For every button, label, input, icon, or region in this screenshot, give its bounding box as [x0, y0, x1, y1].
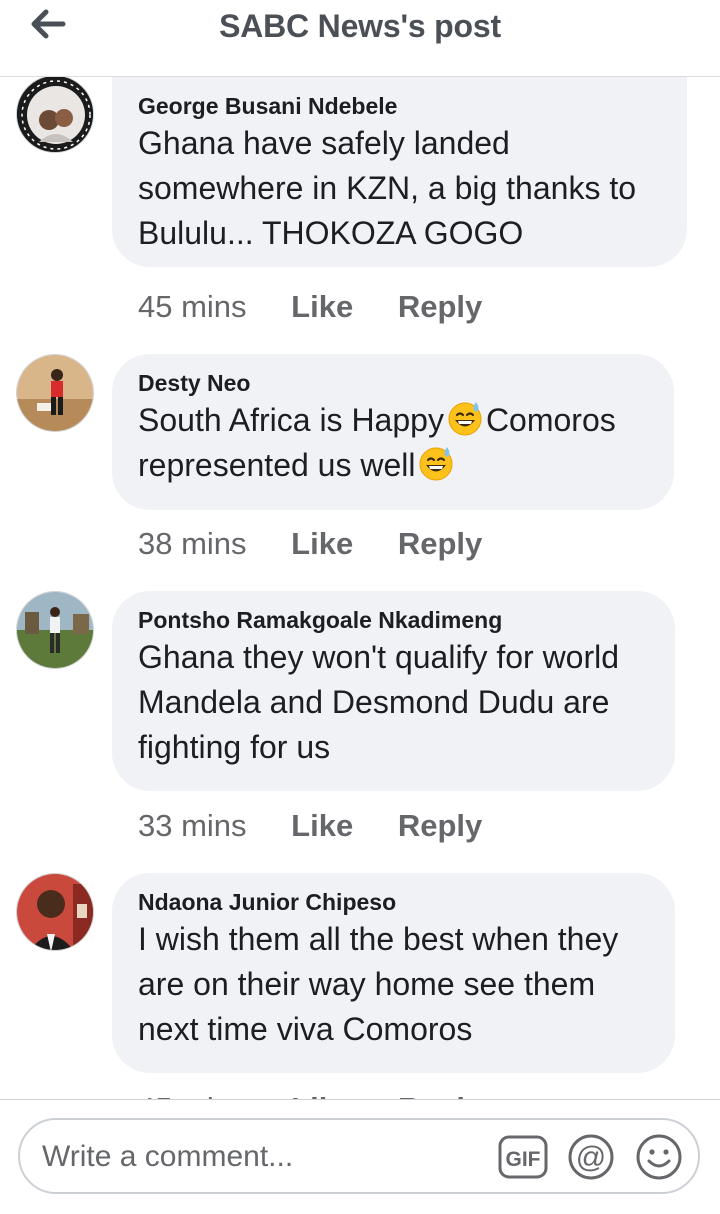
comment-bubble[interactable]: Ndaona Junior Chipeso I wish them all th… [112, 873, 675, 1073]
mention-button[interactable]: @ [566, 1132, 616, 1182]
comment-actions: 33 mins Like Reply [138, 806, 482, 846]
comment-actions: 38 mins Like Reply [138, 524, 482, 564]
avatar[interactable] [16, 591, 94, 669]
comment-author[interactable]: George Busani Ndebele [138, 91, 659, 121]
avatar[interactable] [16, 77, 94, 153]
gif-icon: GIF [498, 1135, 548, 1179]
comment-actions: 45 mins Like Reply [138, 287, 482, 327]
comment-line: next time viva Comoros [138, 1011, 473, 1047]
page-title: SABC News's post [219, 8, 501, 44]
comment-line: somewhere in KZN, a big thanks to [138, 170, 637, 206]
comment-line: represented us well [138, 443, 646, 488]
avatar-image [17, 355, 93, 431]
avatar[interactable] [16, 873, 94, 951]
grinning-sweat-emoji-icon [448, 402, 482, 436]
comment-line: I wish them all the best when they [138, 921, 619, 957]
comment-line: Ghana they won't qualify for world [138, 639, 620, 675]
comment-author[interactable]: Ndaona Junior Chipeso [138, 887, 647, 917]
comment-line: are on their way home see them [138, 966, 596, 1002]
top-bar: SABC News's post [0, 0, 720, 77]
comment-bubble[interactable]: Pontsho Ramakgoale Nkadimeng Ghana they … [112, 591, 675, 791]
comment-author[interactable]: Desty Neo [138, 368, 646, 398]
emoji-button[interactable] [634, 1132, 684, 1182]
reply-button[interactable]: Reply [398, 1091, 482, 1099]
comment-author[interactable]: Pontsho Ramakgoale Nkadimeng [138, 605, 647, 635]
avatar-image [17, 874, 93, 950]
comment-input[interactable] [40, 1130, 484, 1184]
comment-line: Mandela and Desmond Dudu are [138, 684, 610, 720]
comment-line: fighting for us [138, 729, 331, 765]
comment-text: I wish them all the best when they are o… [138, 917, 647, 1052]
comment-timestamp: 45 mins [138, 1091, 247, 1099]
gif-label: GIF [506, 1148, 541, 1171]
like-button[interactable]: Like [291, 289, 353, 324]
comment-line: Bululu... THOKOZA GOGO [138, 215, 524, 251]
comment-item: Ndaona Junior Chipeso I wish them all th… [0, 873, 720, 1099]
reply-button[interactable]: Reply [398, 526, 482, 561]
comment-timestamp: 45 mins [138, 289, 247, 324]
like-button[interactable]: Like [291, 1091, 353, 1099]
comment-line: Ghana have safely landed [138, 125, 510, 161]
reply-button[interactable]: Reply [398, 289, 482, 324]
at-sign-icon: @ [568, 1134, 614, 1180]
gif-button[interactable]: GIF [498, 1132, 548, 1182]
comment-bubble[interactable]: George Busani Ndebele Ghana have safely … [112, 77, 687, 267]
avatar-image [17, 592, 93, 668]
comments-feed[interactable]: George Busani Ndebele Ghana have safely … [0, 77, 720, 1099]
comment-item: Desty Neo South Africa is Happy Comoros r… [0, 354, 720, 574]
comment-line: South Africa is Happy Comoros [138, 398, 646, 443]
like-button[interactable]: Like [291, 526, 353, 561]
comment-text: Ghana have safely landed somewhere in KZ… [138, 121, 659, 256]
comment-actions: 45 mins Like Reply [138, 1089, 482, 1099]
comment-timestamp: 33 mins [138, 808, 247, 843]
comment-bubble[interactable]: Desty Neo South Africa is Happy Comoros r… [112, 354, 674, 510]
comment-input-container[interactable]: GIF @ [18, 1118, 700, 1194]
reply-button[interactable]: Reply [398, 808, 482, 843]
svg-text:@: @ [576, 1141, 606, 1174]
comment-item: Pontsho Ramakgoale Nkadimeng Ghana they … [0, 591, 720, 856]
grinning-sweat-emoji-icon [419, 447, 453, 481]
comment-text-part: South Africa is Happy [138, 402, 444, 438]
comment-timestamp: 38 mins [138, 526, 247, 561]
comment-text: Ghana they won't qualify for world Mande… [138, 635, 647, 770]
avatar-image [17, 77, 93, 152]
avatar[interactable] [16, 354, 94, 432]
comment-item: George Busani Ndebele Ghana have safely … [0, 77, 720, 331]
comment-text: South Africa is Happy Comoros represented… [138, 398, 646, 488]
comment-composer: GIF @ [0, 1099, 720, 1214]
like-button[interactable]: Like [291, 808, 353, 843]
comment-text-part: represented us well [138, 447, 416, 483]
comment-text-part: Comoros [485, 402, 616, 438]
smiley-icon [636, 1134, 682, 1180]
